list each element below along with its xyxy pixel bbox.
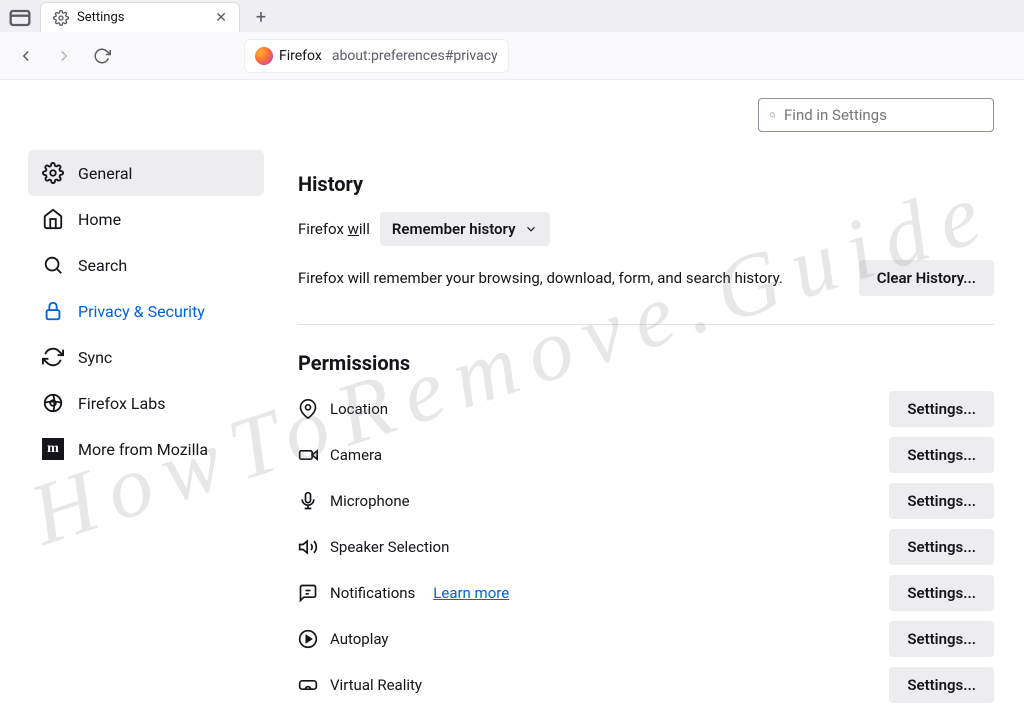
permissions-heading: Permissions (298, 351, 994, 375)
perm-settings-button[interactable]: Settings... (889, 483, 994, 519)
sidebar-item-labs[interactable]: Firefox Labs (28, 380, 264, 426)
sidebar-item-more-mozilla[interactable]: m More from Mozilla (28, 426, 264, 472)
url-text: about:preferences#privacy (332, 48, 498, 64)
perm-label: Notifications (330, 584, 415, 602)
speaker-icon (298, 537, 318, 557)
perm-settings-button[interactable]: Settings... (889, 437, 994, 473)
new-tab-button[interactable]: + (246, 2, 276, 32)
history-heading: History (298, 172, 994, 196)
settings-main: History Firefox will Remember history Fi… (280, 80, 1024, 726)
perm-settings-button[interactable]: Settings... (889, 667, 994, 703)
perm-label: Speaker Selection (330, 538, 449, 556)
perm-row-microphone: Microphone Settings... (298, 483, 994, 519)
sidebar-item-label: Privacy & Security (78, 302, 205, 321)
perm-row-vr: Virtual Reality Settings... (298, 667, 994, 703)
flask-icon (42, 392, 64, 414)
chevron-down-icon (524, 222, 538, 236)
settings-search[interactable] (758, 98, 994, 132)
lock-icon (42, 300, 64, 322)
camera-icon (298, 445, 318, 465)
sidebar-item-general[interactable]: General (28, 150, 264, 196)
gear-icon (53, 10, 69, 26)
perm-row-camera: Camera Settings... (298, 437, 994, 473)
dropdown-label: Remember history (392, 220, 516, 238)
history-prefix: Firefox will (298, 220, 370, 238)
sidebar-item-search[interactable]: Search (28, 242, 264, 288)
perm-settings-button[interactable]: Settings... (889, 621, 994, 657)
perm-row-autoplay: Autoplay Settings... (298, 621, 994, 657)
firefox-logo-icon (255, 47, 273, 65)
nav-toolbar: Firefox about:preferences#privacy (0, 32, 1024, 80)
perm-settings-button[interactable]: Settings... (889, 575, 994, 611)
perm-row-speaker: Speaker Selection Settings... (298, 529, 994, 565)
perm-settings-button[interactable]: Settings... (889, 529, 994, 565)
perm-label: Location (330, 400, 388, 418)
clear-history-button[interactable]: Clear History... (859, 260, 994, 296)
perm-label: Virtual Reality (330, 676, 422, 694)
sidebar-item-label: More from Mozilla (78, 440, 208, 459)
identity-label: Firefox (279, 48, 322, 64)
history-mode-dropdown[interactable]: Remember history (380, 212, 550, 246)
url-bar[interactable]: Firefox about:preferences#privacy (244, 39, 509, 73)
sidebar-item-label: General (78, 164, 132, 183)
tab-title: Settings (77, 10, 124, 25)
perm-settings-button[interactable]: Settings... (889, 391, 994, 427)
mozilla-icon: m (42, 438, 64, 460)
sidebar-item-privacy[interactable]: Privacy & Security (28, 288, 264, 334)
gear-icon (42, 162, 64, 184)
search-icon (769, 107, 776, 123)
window-menu-icon[interactable] (6, 4, 34, 32)
perm-row-location: Location Settings... (298, 391, 994, 427)
settings-sidebar: General Home Search Privacy & Security S… (0, 80, 280, 726)
location-icon (298, 399, 318, 419)
sidebar-item-label: Firefox Labs (78, 394, 165, 413)
perm-label: Camera (330, 446, 382, 464)
tab-settings[interactable]: Settings ✕ (40, 2, 240, 32)
learn-more-link[interactable]: Learn more (433, 584, 509, 602)
notification-icon (298, 583, 318, 603)
sidebar-item-sync[interactable]: Sync (28, 334, 264, 380)
vr-icon (298, 675, 318, 695)
back-button[interactable] (10, 40, 42, 72)
reload-button[interactable] (86, 40, 118, 72)
site-identity: Firefox (255, 47, 322, 65)
forward-button[interactable] (48, 40, 80, 72)
sidebar-item-label: Home (78, 210, 121, 229)
perm-label: Autoplay (330, 630, 389, 648)
home-icon (42, 208, 64, 230)
microphone-icon (298, 491, 318, 511)
titlebar: Settings ✕ + (0, 0, 1024, 32)
history-description: Firefox will remember your browsing, dow… (298, 269, 783, 287)
settings-search-input[interactable] (784, 106, 983, 124)
sidebar-item-label: Search (78, 256, 127, 275)
autoplay-icon (298, 629, 318, 649)
tab-close-icon[interactable]: ✕ (215, 10, 227, 26)
sync-icon (42, 346, 64, 368)
perm-row-notifications: Notifications Learn more Settings... (298, 575, 994, 611)
sidebar-item-label: Sync (78, 348, 112, 367)
search-icon (42, 254, 64, 276)
sidebar-item-home[interactable]: Home (28, 196, 264, 242)
perm-label: Microphone (330, 492, 410, 510)
section-divider (298, 324, 994, 325)
